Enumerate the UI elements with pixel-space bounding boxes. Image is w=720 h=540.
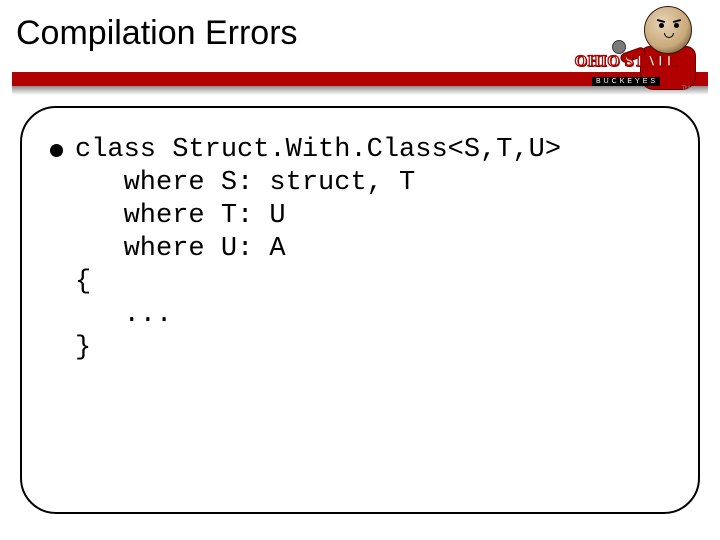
logo-line1: OHIO STATE [570,54,682,70]
code-line: ... [75,300,172,330]
mascot-hand-icon [612,40,626,54]
bullet-item: class Struct.With.Class<S,T,U> where S: … [50,134,670,365]
code-block: class Struct.With.Class<S,T,U> where S: … [75,134,561,365]
code-line: where T: U [75,201,286,231]
code-line: class Struct.With.Class<S,T,U> [75,135,561,165]
mascot-head-icon [644,6,692,54]
logo-line2: BUCKEYES [592,77,660,86]
ohio-state-logo: OHIO STATE BUCKEYES TM [574,6,704,96]
code-line: { [75,267,91,297]
code-line: where U: A [75,234,286,264]
trademark-icon: TM [681,86,690,92]
content-frame: class Struct.With.Class<S,T,U> where S: … [20,106,700,514]
slide: Compilation Errors OHIO STATE BUCKEYES T… [0,0,720,540]
logo-text: OHIO STATE BUCKEYES TM [570,54,682,88]
code-line: } [75,333,91,363]
code-line: where S: struct, T [75,168,415,198]
bullet-icon [50,144,63,157]
